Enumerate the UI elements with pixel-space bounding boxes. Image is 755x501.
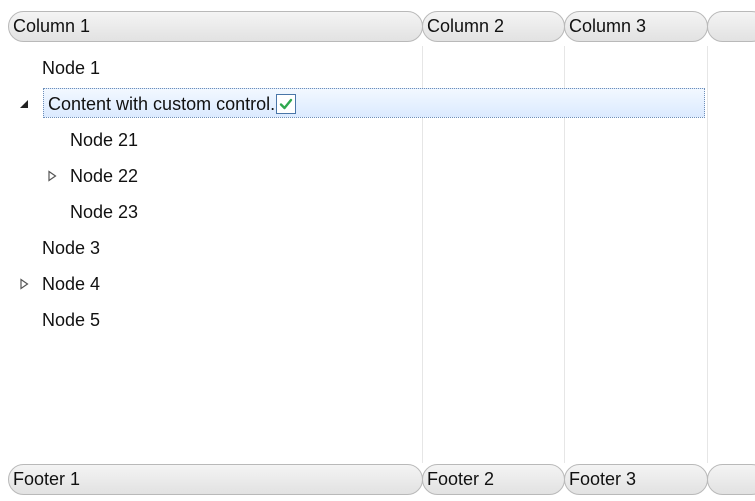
tree-row-label: Node 23 bbox=[70, 202, 139, 222]
tree-rows: Node 1 Content with custom control. Node 2… bbox=[8, 50, 755, 338]
tree-row[interactable]: Content with custom control. bbox=[8, 86, 755, 122]
tree-row[interactable]: Node 4 bbox=[8, 266, 755, 302]
checkmark-icon bbox=[279, 98, 293, 110]
column-header-2[interactable]: Column 2 bbox=[422, 11, 565, 42]
tree-row-label: Content with custom control. bbox=[48, 94, 276, 114]
custom-checkbox[interactable] bbox=[276, 94, 296, 114]
tree-row-label: Node 3 bbox=[42, 238, 101, 258]
tree-row-label: Node 1 bbox=[42, 58, 101, 78]
tree-row-label: Node 21 bbox=[70, 130, 139, 150]
footer-bar: Footer 1 Footer 2 Footer 3 bbox=[8, 464, 755, 497]
footer-cell-1: Footer 1 bbox=[8, 464, 423, 495]
footer-cell-2: Footer 2 bbox=[422, 464, 565, 495]
tree-list-view[interactable]: Column 1 Column 2 Column 3 Node 1 Content… bbox=[8, 6, 755, 501]
footer-cell-3: Footer 3 bbox=[564, 464, 708, 495]
expanded-triangle-icon[interactable] bbox=[17, 86, 31, 122]
tree-row[interactable]: Node 21 bbox=[8, 122, 755, 158]
tree-row-label: Node 5 bbox=[42, 310, 101, 330]
tree-row[interactable]: Node 23 bbox=[8, 194, 755, 230]
footer-cell-filler bbox=[707, 464, 755, 495]
collapsed-triangle-icon[interactable] bbox=[45, 158, 59, 194]
tree-row[interactable]: Node 3 bbox=[8, 230, 755, 266]
tree-row[interactable]: Node 5 bbox=[8, 302, 755, 338]
tree-row[interactable]: Node 22 bbox=[8, 158, 755, 194]
tree-row[interactable]: Node 1 bbox=[8, 50, 755, 86]
tree-row-label: Node 4 bbox=[42, 274, 101, 294]
column-header-filler bbox=[707, 11, 755, 42]
column-header-1[interactable]: Column 1 bbox=[8, 11, 423, 42]
column-header-bar: Column 1 Column 2 Column 3 bbox=[8, 11, 755, 44]
tree-row-label: Node 22 bbox=[70, 166, 139, 186]
collapsed-triangle-icon[interactable] bbox=[17, 266, 31, 302]
column-header-3[interactable]: Column 3 bbox=[564, 11, 708, 42]
